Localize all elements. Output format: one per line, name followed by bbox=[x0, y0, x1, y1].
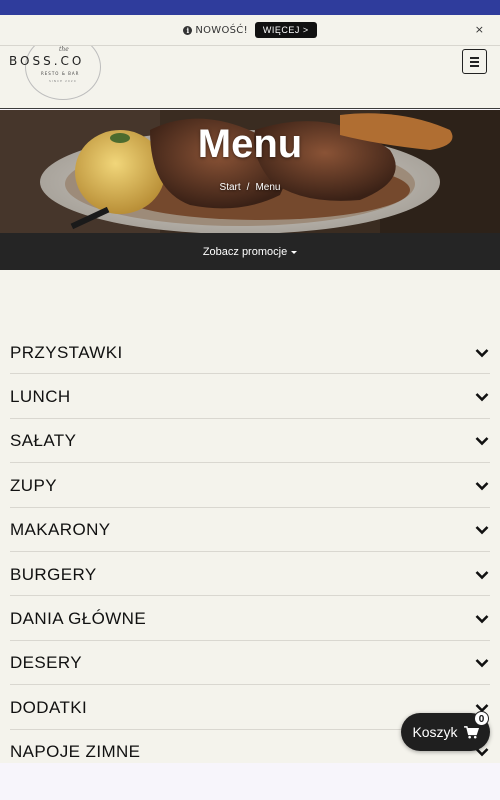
breadcrumb-separator: / bbox=[246, 182, 250, 193]
category-item[interactable]: LUNCH bbox=[10, 374, 490, 419]
category-item[interactable]: DANIA GŁÓWNE bbox=[10, 596, 490, 641]
promotions-dropdown[interactable]: Zobacz promocje bbox=[0, 233, 500, 270]
breadcrumb: Start / Menu bbox=[0, 182, 500, 193]
menu-content: PRZYSTAWKI LUNCH SAŁATY ZUPY MAKARONY BURGERY… bbox=[0, 270, 500, 763]
close-icon[interactable]: × bbox=[475, 23, 484, 36]
category-item[interactable]: PRZYSTAWKI bbox=[10, 330, 490, 375]
logo-since: SINCE 2020 bbox=[49, 79, 77, 83]
category-label: NAPOJE ZIMNE bbox=[10, 742, 141, 762]
category-label: PRZYSTAWKI bbox=[10, 342, 123, 362]
more-button[interactable]: WIĘCEJ > bbox=[254, 22, 317, 38]
chevron-down-icon bbox=[475, 393, 489, 402]
category-label: SAŁATY bbox=[10, 431, 77, 451]
category-list: PRZYSTAWKI LUNCH SAŁATY ZUPY MAKARONY BURGERY… bbox=[10, 330, 490, 763]
announcement-text: NOWOŚĆ! bbox=[195, 24, 248, 36]
breadcrumb-home-link[interactable]: Start bbox=[220, 182, 241, 193]
chevron-down-icon bbox=[475, 481, 489, 491]
logo[interactable]: the BOSS.CO RESTO & BAR SINCE 2020 bbox=[9, 46, 119, 108]
logo-tagline: RESTO & BAR bbox=[41, 71, 80, 76]
category-label: DESERY bbox=[10, 653, 83, 673]
chevron-down-icon bbox=[475, 526, 489, 535]
shopping-cart-icon bbox=[463, 725, 479, 738]
category-label: ZUPY bbox=[10, 475, 57, 495]
chevron-down-icon bbox=[475, 615, 489, 624]
top-accent-bar bbox=[0, 0, 500, 15]
category-label: DODATKI bbox=[10, 697, 88, 717]
logo-script: the bbox=[59, 46, 69, 53]
category-item[interactable]: DESERY bbox=[10, 641, 490, 686]
chevron-down-icon bbox=[475, 348, 489, 358]
logo-wordmark: BOSS.CO bbox=[9, 54, 85, 68]
category-label: DANIA GŁÓWNE bbox=[10, 609, 147, 629]
category-item[interactable]: SAŁATY bbox=[10, 419, 490, 464]
breadcrumb-current: Menu bbox=[255, 182, 281, 193]
cart-label: Koszyk bbox=[412, 724, 458, 740]
cart-count-badge: 0 bbox=[474, 711, 489, 726]
announcement-bar: i NOWOŚĆ! WIĘCEJ > × bbox=[0, 15, 500, 46]
page-title: Menu bbox=[197, 122, 303, 166]
category-label: MAKARONY bbox=[10, 520, 111, 540]
info-circle-icon: i bbox=[183, 25, 193, 35]
hero-banner: Menu Start / Menu bbox=[0, 110, 500, 233]
chevron-down-icon bbox=[475, 437, 489, 446]
promotions-label: Zobacz promocje bbox=[202, 245, 288, 258]
bottom-strip bbox=[0, 763, 500, 800]
site-header: the BOSS.CO RESTO & BAR SINCE 2020 bbox=[0, 46, 500, 109]
chevron-down-icon bbox=[475, 570, 489, 579]
chevron-down-icon bbox=[475, 659, 489, 668]
category-label: LUNCH bbox=[10, 387, 71, 407]
hamburger-icon[interactable] bbox=[462, 49, 487, 74]
category-item[interactable]: MAKARONY bbox=[10, 508, 490, 552]
category-item[interactable]: ZUPY bbox=[10, 463, 490, 508]
category-label: BURGERY bbox=[10, 564, 97, 584]
caret-down-icon bbox=[291, 251, 298, 254]
category-item[interactable]: BURGERY bbox=[10, 552, 490, 597]
